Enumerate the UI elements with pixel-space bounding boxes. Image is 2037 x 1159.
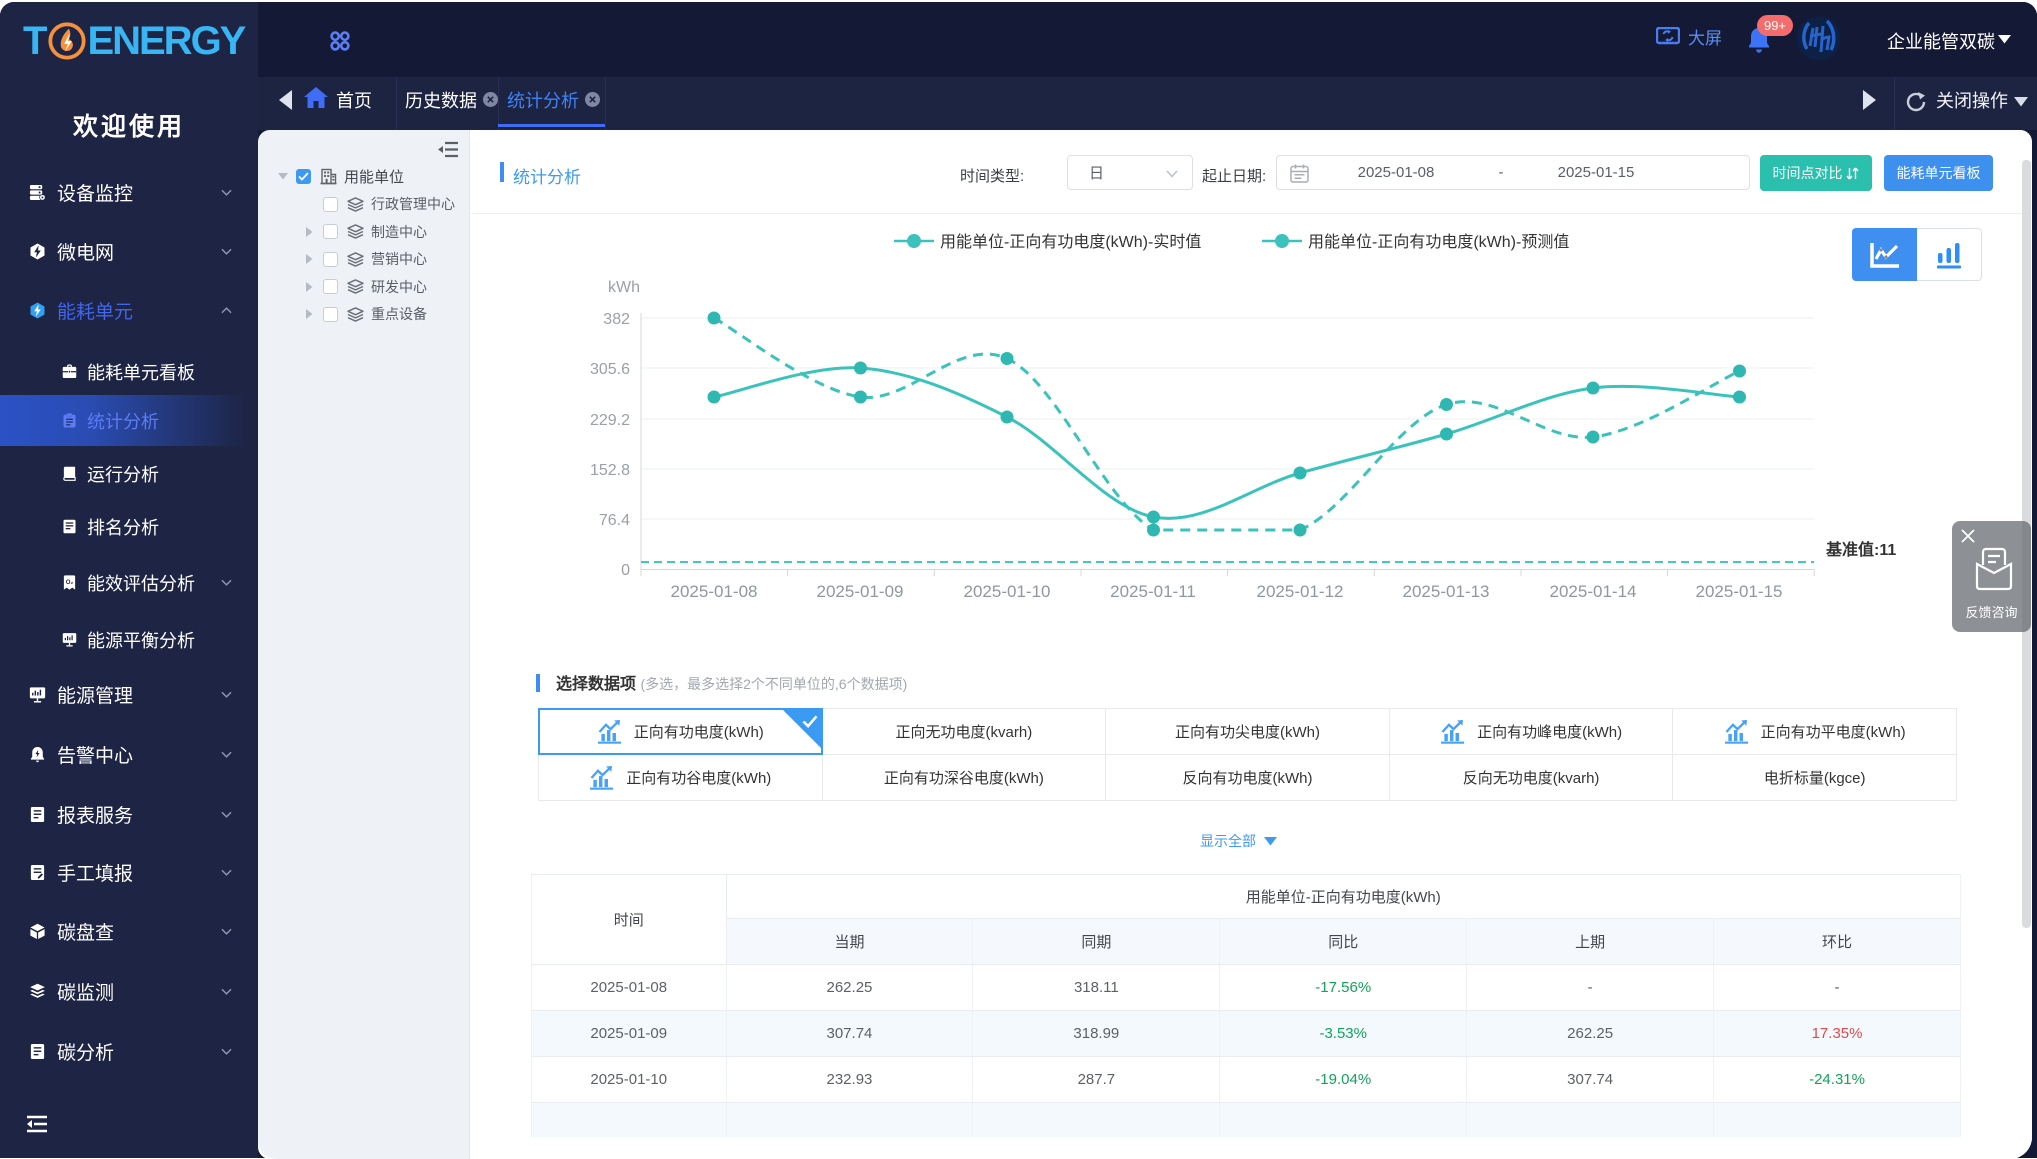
svg-text:229.2: 229.2 (590, 412, 630, 429)
svg-text:76.4: 76.4 (599, 512, 630, 529)
svg-text:2025-01-11: 2025-01-11 (1110, 582, 1196, 601)
svg-text:2025-01-13: 2025-01-13 (1403, 582, 1490, 601)
svg-text:152.8: 152.8 (590, 462, 630, 479)
svg-text:2025-01-14: 2025-01-14 (1550, 582, 1637, 601)
svg-text:用能单位-正向有功电度(kWh)-预测值: 用能单位-正向有功电度(kWh)-预测值 (1308, 233, 1569, 251)
svg-text:382: 382 (603, 311, 630, 328)
svg-text:O₂: O₂ (66, 579, 74, 586)
svg-text:用能单位-正向有功电度(kWh)-实时值: 用能单位-正向有功电度(kWh)-实时值 (940, 233, 1201, 251)
svg-text:2025-01-10: 2025-01-10 (964, 582, 1051, 601)
svg-text:kWh: kWh (608, 279, 640, 296)
svg-text:基准值:11: 基准值:11 (1825, 540, 1896, 559)
svg-text:2025-01-12: 2025-01-12 (1257, 582, 1344, 601)
svg-text:2025-01-08: 2025-01-08 (671, 582, 758, 601)
svg-text:2025-01-09: 2025-01-09 (817, 582, 904, 601)
svg-text:0: 0 (621, 562, 630, 579)
svg-text:2025-01-15: 2025-01-15 (1696, 582, 1783, 601)
svg-text:305.6: 305.6 (590, 361, 630, 378)
